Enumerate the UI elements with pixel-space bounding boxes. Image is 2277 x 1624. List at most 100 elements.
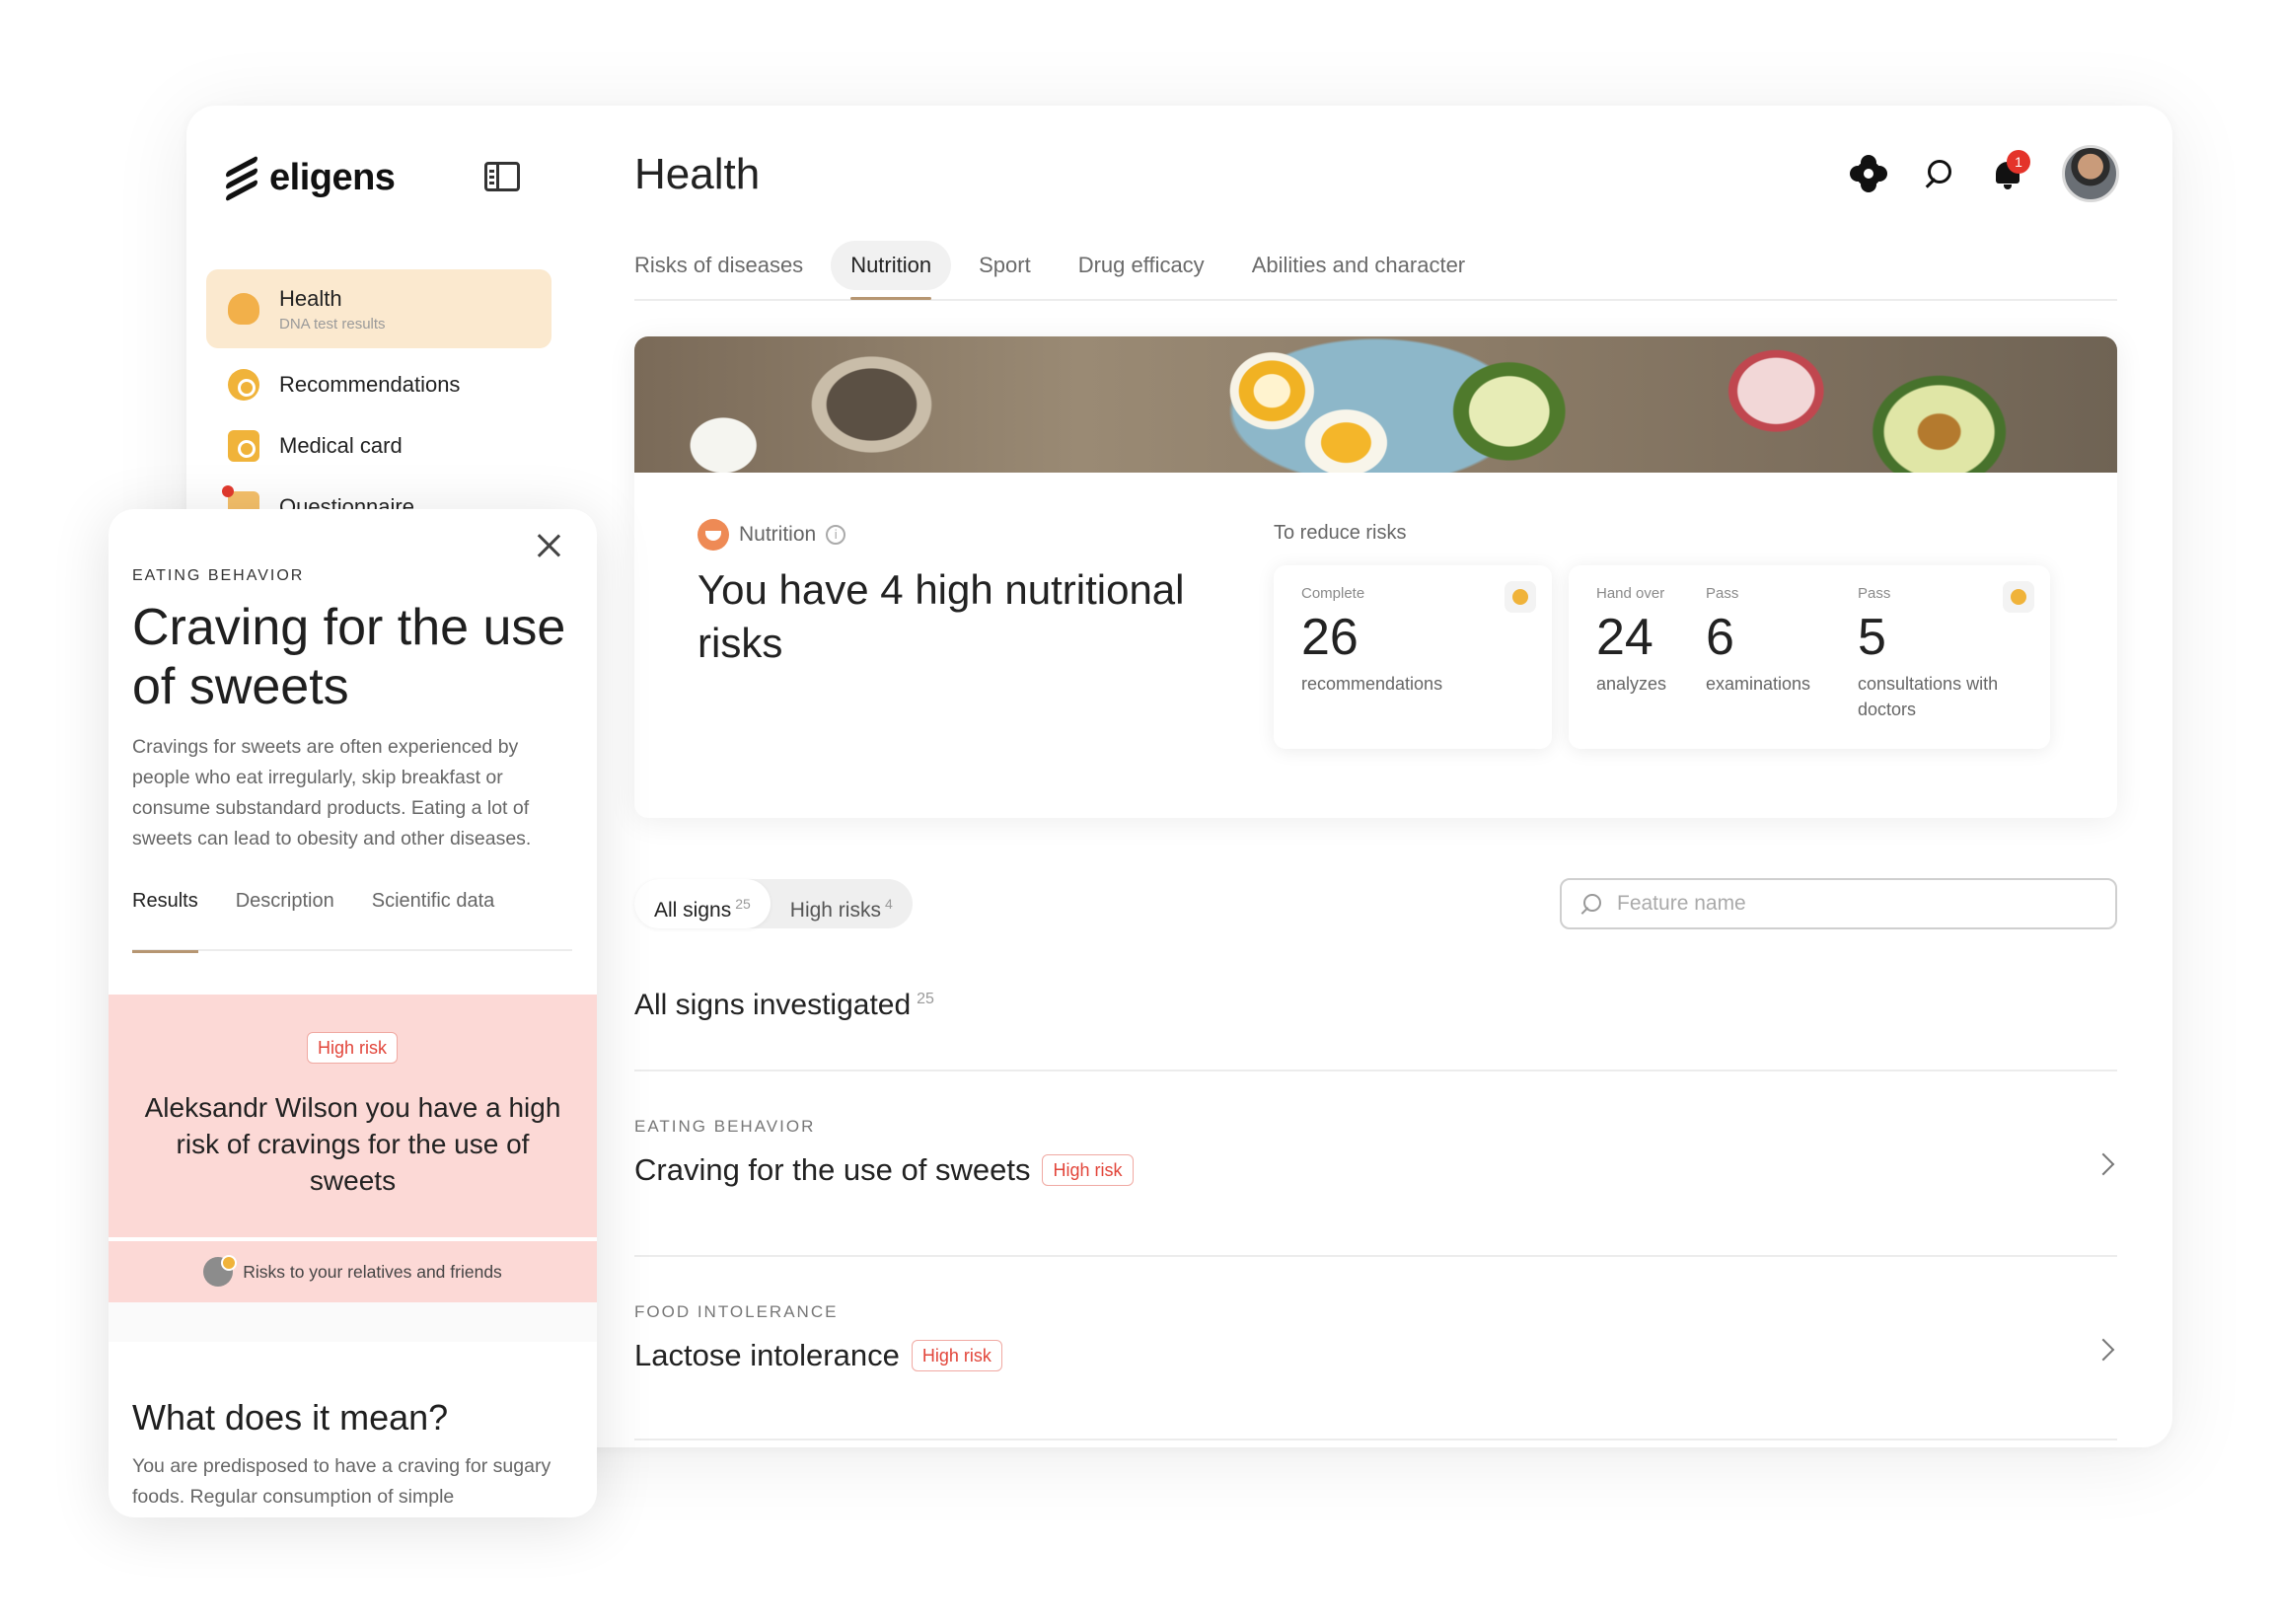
avatar[interactable]	[2062, 145, 2119, 202]
logo-text: eligens	[269, 157, 396, 198]
hero-title: You have 4 high nutritional risks	[698, 566, 1185, 666]
stat-analyzes: Hand over 24 analyzes	[1596, 585, 1666, 697]
chevron-right-icon	[2092, 1338, 2115, 1362]
logo-mark-icon	[224, 154, 259, 202]
people-icon	[203, 1255, 238, 1287]
tab-scientific-data[interactable]: Scientific data	[372, 890, 495, 951]
sign-filters: All signs 25 High risks 4	[634, 879, 913, 928]
risk-badge: High risk	[1042, 1154, 1134, 1186]
badge-check-icon	[228, 369, 259, 401]
bell-icon[interactable]: 1	[1991, 150, 2030, 191]
alert-dot-icon	[222, 485, 234, 497]
feature-search-input[interactable]: Feature name	[1560, 878, 2117, 929]
badge-check-icon	[1505, 581, 1536, 613]
section-title-text: All signs investigated	[634, 989, 912, 1021]
stat-desc: consultations with doctors	[1858, 674, 1999, 719]
stat-examinations: Pass 6 examinations	[1706, 585, 1810, 697]
stat-desc: analyzes	[1596, 674, 1667, 694]
tab-abilities-and-character[interactable]: Abilities and character	[1232, 241, 1485, 290]
stat-consultations: Pass 5 consultations with doctors	[1858, 585, 2006, 722]
stat-key: Pass	[1706, 585, 1739, 602]
nutrition-label: Nutrition i	[698, 519, 846, 551]
search-icon[interactable]	[1922, 158, 1953, 189]
detail-panel: EATING BEHAVIOR Craving for the use of s…	[109, 509, 597, 1517]
risk-badge: High risk	[911, 1340, 1002, 1371]
list-item-title: Lactose intolerance	[634, 1338, 900, 1372]
filter-count: 25	[735, 896, 751, 912]
stat-key: Complete	[1301, 585, 1365, 602]
stat-desc: examinations	[1706, 674, 1811, 694]
stat-value: 5	[1858, 609, 1886, 666]
sidebar-nav: Health DNA test results Recommendations …	[206, 269, 551, 538]
tab-drug-efficacy[interactable]: Drug efficacy	[1059, 241, 1224, 290]
list-item-category: FOOD INTOLERANCE	[634, 1302, 839, 1321]
chevron-right-icon	[2092, 1152, 2115, 1176]
stat-value: 24	[1596, 609, 1653, 666]
risk-result-block: High risk Aleksandr Wilson you have a hi…	[109, 995, 597, 1237]
search-icon	[1578, 892, 1603, 918]
divider	[109, 1302, 597, 1342]
stat-value: 26	[1301, 609, 1359, 666]
filter-count: 4	[884, 896, 893, 912]
filter-all-signs[interactable]: All signs 25	[634, 879, 771, 928]
logo[interactable]: eligens	[224, 154, 396, 202]
meaning-title: What does it mean?	[132, 1397, 449, 1438]
risk-message: Aleksandr Wilson you have a high risk of…	[144, 1092, 561, 1196]
sidebar-item-medical-card[interactable]: Medical card	[206, 415, 551, 477]
tab-results[interactable]: Results	[132, 890, 198, 953]
section-count: 25	[917, 991, 934, 1007]
category-tabs: Risks of diseases Nutrition Sport Drug e…	[634, 232, 2117, 301]
relatives-risks-link[interactable]: Risks to your relatives and friends	[109, 1241, 597, 1302]
tab-nutrition[interactable]: Nutrition	[831, 241, 952, 300]
risk-badge: High risk	[307, 1032, 399, 1064]
tab-description[interactable]: Description	[236, 890, 334, 951]
list-item-category: EATING BEHAVIOR	[634, 1117, 816, 1136]
tab-risks-of-diseases[interactable]: Risks of diseases	[634, 241, 823, 290]
stat-key: Hand over	[1596, 585, 1665, 602]
filter-label: All signs	[654, 899, 732, 922]
list-item-name: Lactose intolerance High risk	[634, 1338, 1002, 1373]
info-icon[interactable]: i	[826, 525, 846, 545]
reduce-risks-label: To reduce risks	[1274, 522, 1407, 544]
food-banner-image	[634, 336, 2117, 473]
list-item-title: Craving for the use of sweets	[634, 1152, 1031, 1187]
header-actions: 1	[1853, 145, 2119, 202]
gear-icon[interactable]	[1853, 158, 1884, 189]
nutrition-hero-card: Nutrition i You have 4 high nutritional …	[634, 336, 2117, 818]
filter-high-risks[interactable]: High risks 4	[771, 879, 913, 928]
panel-category: EATING BEHAVIOR	[132, 567, 305, 584]
sidebar-item-health-sub: DNA test results	[279, 315, 386, 332]
stat-recommendations: Complete 26 recommendations	[1301, 585, 1442, 697]
nutrition-label-text: Nutrition	[739, 523, 817, 546]
sidebar-item-recommendations[interactable]: Recommendations	[206, 354, 551, 415]
meaning-text: You are predisposed to have a craving fo…	[132, 1455, 551, 1517]
bowl-icon	[698, 519, 729, 551]
search-placeholder: Feature name	[1617, 892, 1746, 915]
medical-card-icon	[2003, 581, 2034, 613]
sidebar-item-health-label: Health	[279, 285, 342, 311]
stat-key: Pass	[1858, 585, 1891, 602]
sidebar-item-label: Medical card	[279, 433, 403, 458]
sidebar-item-health[interactable]: Health DNA test results	[206, 269, 551, 348]
relatives-label: Risks to your relatives and friends	[243, 1261, 502, 1282]
section-title: All signs investigated 25	[634, 989, 934, 1022]
list-item[interactable]: EATING BEHAVIOR Craving for the use of s…	[634, 1070, 2117, 1255]
sidebar-item-label: Health DNA test results	[279, 286, 386, 332]
list-item[interactable]: FOOD INTOLERANCE Lactose intolerance Hig…	[634, 1255, 2117, 1440]
recommendations-card[interactable]: Complete 26 recommendations	[1274, 565, 1552, 749]
list-item-name: Craving for the use of sweets High risk	[634, 1152, 1134, 1188]
filter-label: High risks	[789, 899, 881, 922]
medical-tasks-card[interactable]: Hand over 24 analyzes Pass 6 examination…	[1569, 565, 2050, 749]
medical-card-icon	[228, 430, 259, 462]
panel-title: Craving for the use of sweets	[132, 599, 566, 715]
stat-value: 6	[1706, 609, 1734, 666]
stat-desc: recommendations	[1301, 674, 1443, 694]
heart-icon	[228, 293, 259, 325]
panel-tabs: Results Description Scientific data	[132, 890, 572, 953]
panel-description: Cravings for sweets are often experience…	[132, 736, 532, 849]
close-icon[interactable]	[534, 531, 563, 560]
tab-sport[interactable]: Sport	[959, 241, 1051, 290]
page-title: Health	[634, 150, 761, 198]
notification-badge: 1	[2007, 150, 2030, 174]
sidebar-toggle-icon[interactable]	[484, 162, 520, 191]
